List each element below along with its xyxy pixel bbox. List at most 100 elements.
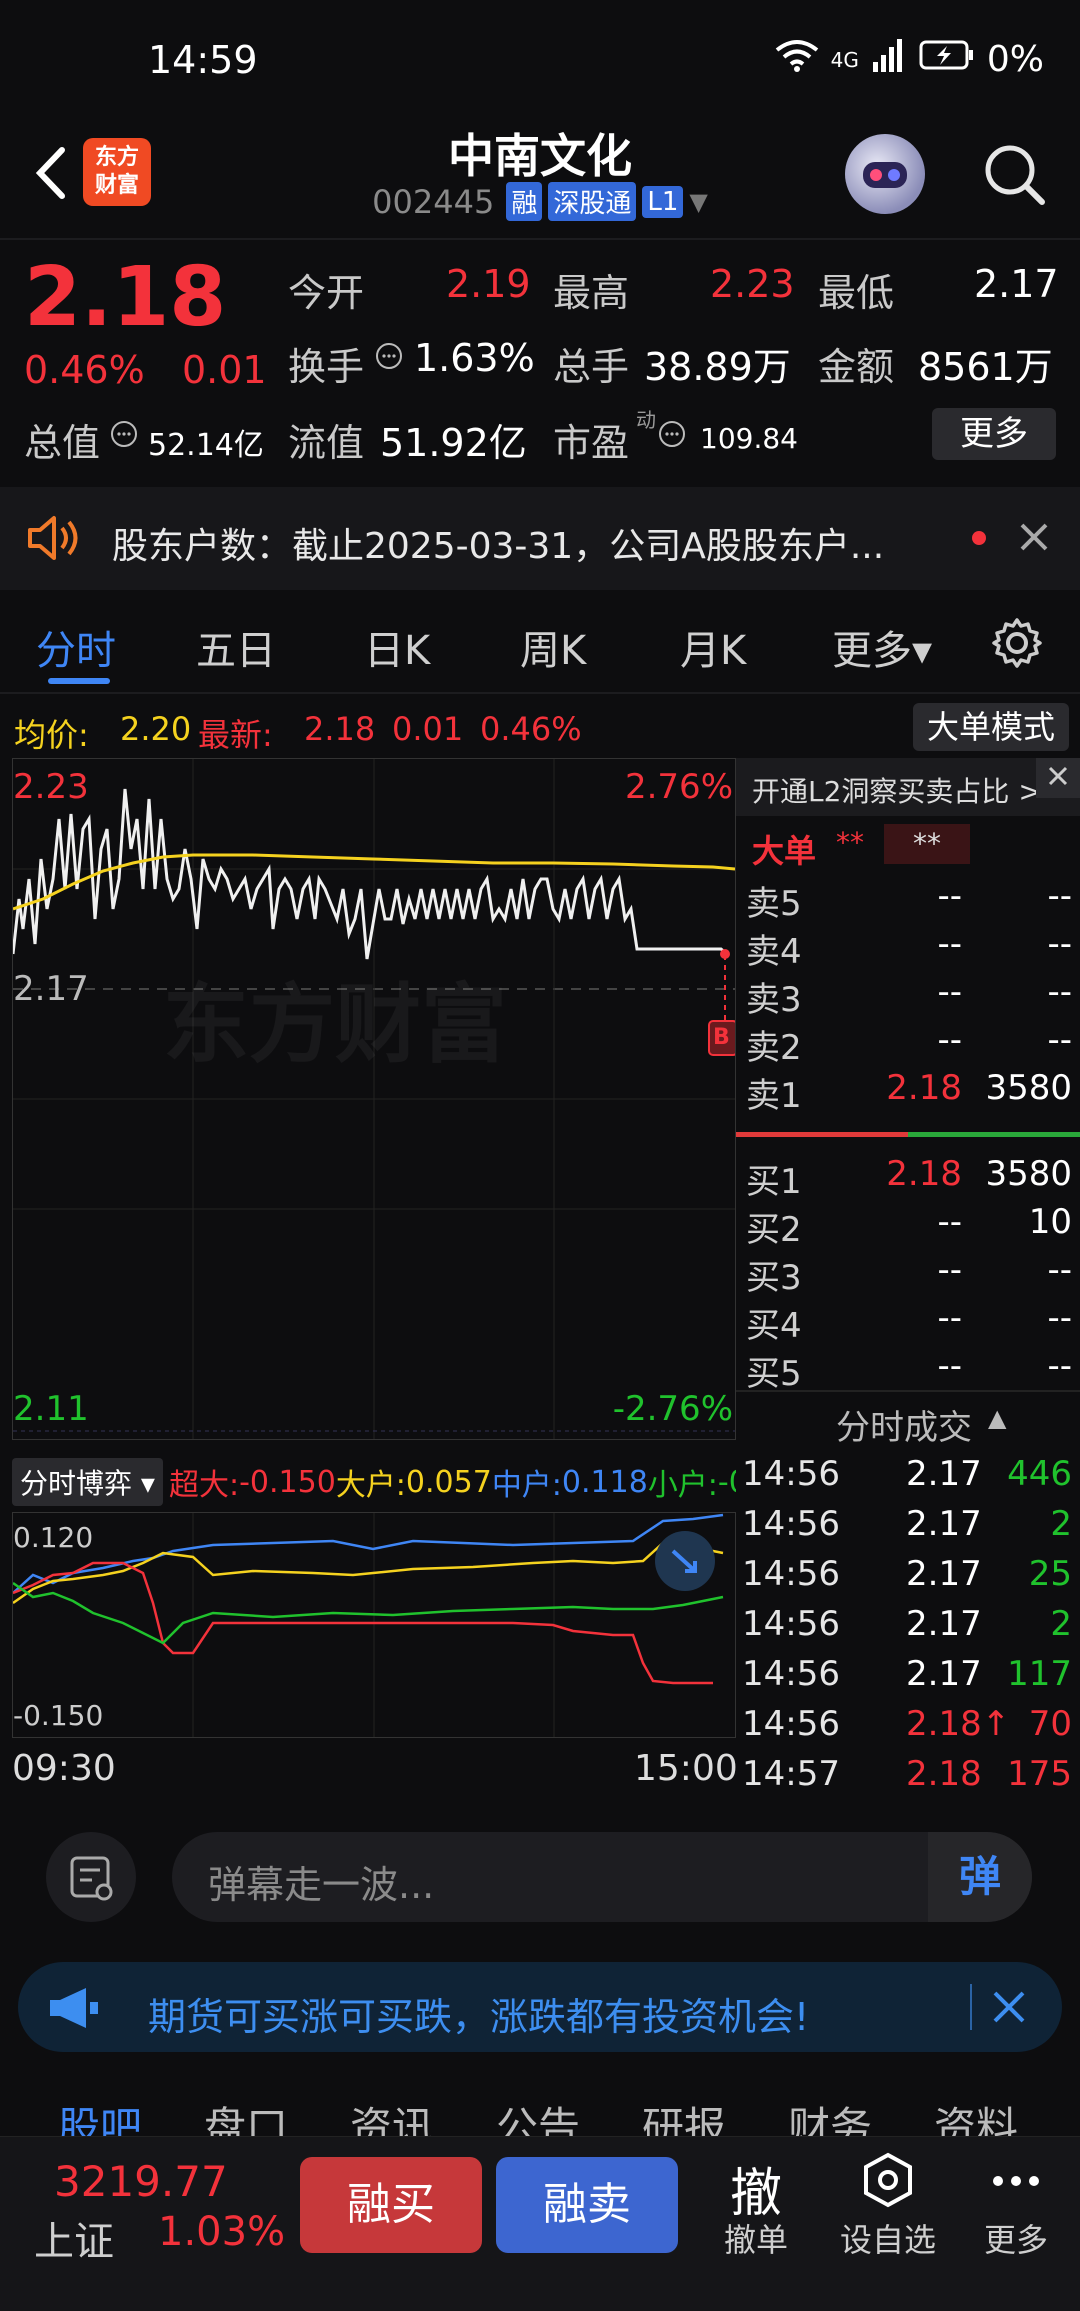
sell-3-row[interactable]: 卖3 -- -- — [742, 972, 1072, 1020]
close-icon[interactable] — [1016, 519, 1052, 559]
search-icon[interactable] — [980, 140, 1050, 210]
sell-1-row[interactable]: 卖1 2.18 3580 — [742, 1068, 1072, 1116]
danmaku-send-button[interactable]: 弹 — [928, 1832, 1032, 1922]
latest-percent: 0.46% — [480, 710, 582, 748]
intraday-chart[interactable]: 2.23 2.76% 2.17 2.11 -2.76% 东方财富 B — [12, 758, 736, 1440]
gear-icon[interactable] — [990, 616, 1044, 674]
index-change: 1.03% — [158, 2209, 286, 2255]
expand-icon[interactable] — [655, 1531, 715, 1591]
tab-news[interactable]: 资讯 — [350, 2094, 434, 2138]
tab-profile[interactable]: 资料 — [934, 2094, 1018, 2138]
buy-3-row[interactable]: 买3 -- -- — [742, 1250, 1072, 1298]
close-icon[interactable] — [990, 1988, 1028, 2030]
amount-label: 金额 — [818, 345, 895, 389]
notice-banner[interactable]: 股东户数：截止2025-03-31，公司A股股东户... — [0, 487, 1080, 590]
tab-five-day[interactable]: 五日 — [196, 618, 276, 676]
flow-header: 分时博弈 ▾ 超大:-0.150 大户:0.057 中户:0.118 小户:-0… — [12, 1458, 736, 1506]
divider — [970, 1984, 972, 2030]
unread-dot — [972, 531, 986, 545]
big-label: 大户: — [335, 1468, 406, 1503]
stock-code: 002445 — [372, 182, 495, 221]
tab-pankou[interactable]: 盘口 — [204, 2094, 288, 2138]
tab-weekly-k[interactable]: 周K — [520, 618, 586, 676]
more-actions-button[interactable]: 更多 — [978, 2151, 1054, 2261]
cancel-order-button[interactable]: 撤 撤单 — [718, 2151, 794, 2261]
buy-1-row[interactable]: 买1 2.18 3580 — [742, 1154, 1072, 1202]
mktcap-label: 总值 — [24, 421, 101, 465]
trades-title: 分时成交 — [836, 1408, 972, 1448]
trade-row: 14:56 2.17 25 — [742, 1554, 1072, 1594]
add-watchlist-button[interactable]: 设自选 — [836, 2151, 940, 2261]
margin-buy-button[interactable]: 融买 — [300, 2157, 482, 2253]
assistant-robot-icon[interactable] — [845, 134, 925, 214]
info-icon[interactable] — [110, 420, 138, 452]
cancel-icon: 撤 — [729, 2164, 782, 2224]
stock-header: 东方 财富 中南文化 002445 融 深股通 L1 ▼ — [0, 120, 1080, 240]
margin-sell-button[interactable]: 融卖 — [496, 2157, 678, 2253]
buy-4-row[interactable]: 买4 -- -- — [742, 1298, 1072, 1346]
tab-finance[interactable]: 财务 — [788, 2094, 872, 2138]
tab-more[interactable]: 更多▾ — [832, 618, 932, 676]
tab-guba[interactable]: 股吧 — [58, 2094, 142, 2138]
buy-ratio-bar — [736, 1132, 908, 1137]
mid-label: 中户: — [491, 1468, 562, 1503]
tag-margin: 融 — [506, 182, 543, 221]
ad-text: 期货可买涨可买跌，涨跌都有投资机会! — [148, 1995, 810, 2039]
chart-tabs: 分时 五日 日K 周K 月K 更多▾ — [0, 592, 1080, 694]
sell-4-row[interactable]: 卖4 -- -- — [742, 924, 1072, 972]
flow-dropdown[interactable]: 分时博弈 ▾ — [12, 1458, 163, 1506]
l2-promo[interactable]: 开通L2洞察买卖占比 > — [736, 758, 1080, 816]
big-order-label: 大单 — [752, 832, 817, 870]
flow-bottom-label: -0.150 — [13, 1699, 104, 1732]
mktcap-value: 52.14亿 — [148, 428, 264, 463]
index-value: 3219.77 — [54, 2157, 228, 2206]
open-label: 今开 — [288, 271, 365, 315]
danmaku-input[interactable]: 弹幕走一波... 弹 — [172, 1832, 1032, 1922]
caret-down-icon[interactable]: ▼ — [689, 188, 707, 216]
small-value: -0.025 — [717, 1464, 736, 1500]
more-quote-button[interactable]: 更多 — [932, 408, 1056, 460]
caret-up-icon: ▲ — [988, 1404, 1007, 1432]
bottom-action-bar: 3219.77 上证 1.03% 融买 融卖 撤 撤单 设自选 更多 — [0, 2136, 1080, 2311]
tab-announcements[interactable]: 公告 — [496, 2094, 580, 2138]
trades-header[interactable]: 分时成交 ▲ — [736, 1390, 1080, 1448]
danmaku-settings-icon[interactable] — [46, 1832, 136, 1922]
tab-research[interactable]: 研报 — [642, 2094, 726, 2138]
high-label: 最高 — [553, 271, 630, 315]
status-bar: 14:59 4G 0% — [0, 0, 1080, 120]
active-tab-indicator — [48, 678, 110, 684]
flow-top-label: 0.120 — [13, 1521, 94, 1554]
tab-intraday[interactable]: 分时 — [36, 618, 116, 676]
sell-5-row[interactable]: 卖5 -- -- — [742, 876, 1072, 924]
status-icons: 4G 0% — [775, 38, 1044, 81]
latest-change: 0.01 — [392, 710, 464, 748]
buy-2-row[interactable]: 买2 -- 10 — [742, 1202, 1072, 1250]
futures-ad-banner[interactable]: 期货可买涨可买跌，涨跌都有投资机会! — [18, 1962, 1062, 2052]
close-icon[interactable] — [1036, 758, 1080, 798]
buy-5-row[interactable]: 买5 -- -- — [742, 1346, 1072, 1394]
battery-level: 0% — [986, 39, 1044, 80]
notice-text: 股东户数：截止2025-03-31，公司A股股东户... — [112, 526, 885, 567]
fund-flow-chart[interactable]: 0.120 -0.150 — [12, 1512, 736, 1738]
sell-ratio-bar — [908, 1132, 1080, 1137]
quote-panel: 2.18 0.46% 0.01 今开 2.19 最高 2.23 最低 2.17 … — [0, 240, 1080, 485]
tab-monthly-k[interactable]: 月K — [680, 618, 746, 676]
super-value: -0.150 — [239, 1464, 336, 1500]
tag-shenzhen-connect: 深股通 — [548, 182, 637, 221]
turnover-label: 换手 — [288, 345, 365, 389]
big-order-mode-button[interactable]: 大单模式 — [913, 703, 1069, 751]
sell-2-row[interactable]: 卖2 -- -- — [742, 1020, 1072, 1068]
volume-label: 总手 — [553, 345, 630, 389]
tag-level: L1 — [642, 185, 684, 218]
watch-label: 设自选 — [839, 2221, 936, 2259]
info-icon[interactable] — [658, 420, 686, 452]
info-icon[interactable] — [375, 342, 403, 374]
big-value: 0.057 — [405, 1464, 492, 1500]
buy-marker[interactable]: B — [713, 1025, 730, 1050]
super-label: 超大: — [168, 1468, 240, 1503]
l2-promo-text: 开通L2洞察买卖占比 > — [752, 775, 1042, 808]
tab-daily-k[interactable]: 日K — [364, 618, 430, 676]
current-price: 2.18 — [24, 250, 227, 345]
volume-value: 38.89万 — [644, 345, 791, 389]
index-name: 上证 — [34, 2219, 114, 2265]
